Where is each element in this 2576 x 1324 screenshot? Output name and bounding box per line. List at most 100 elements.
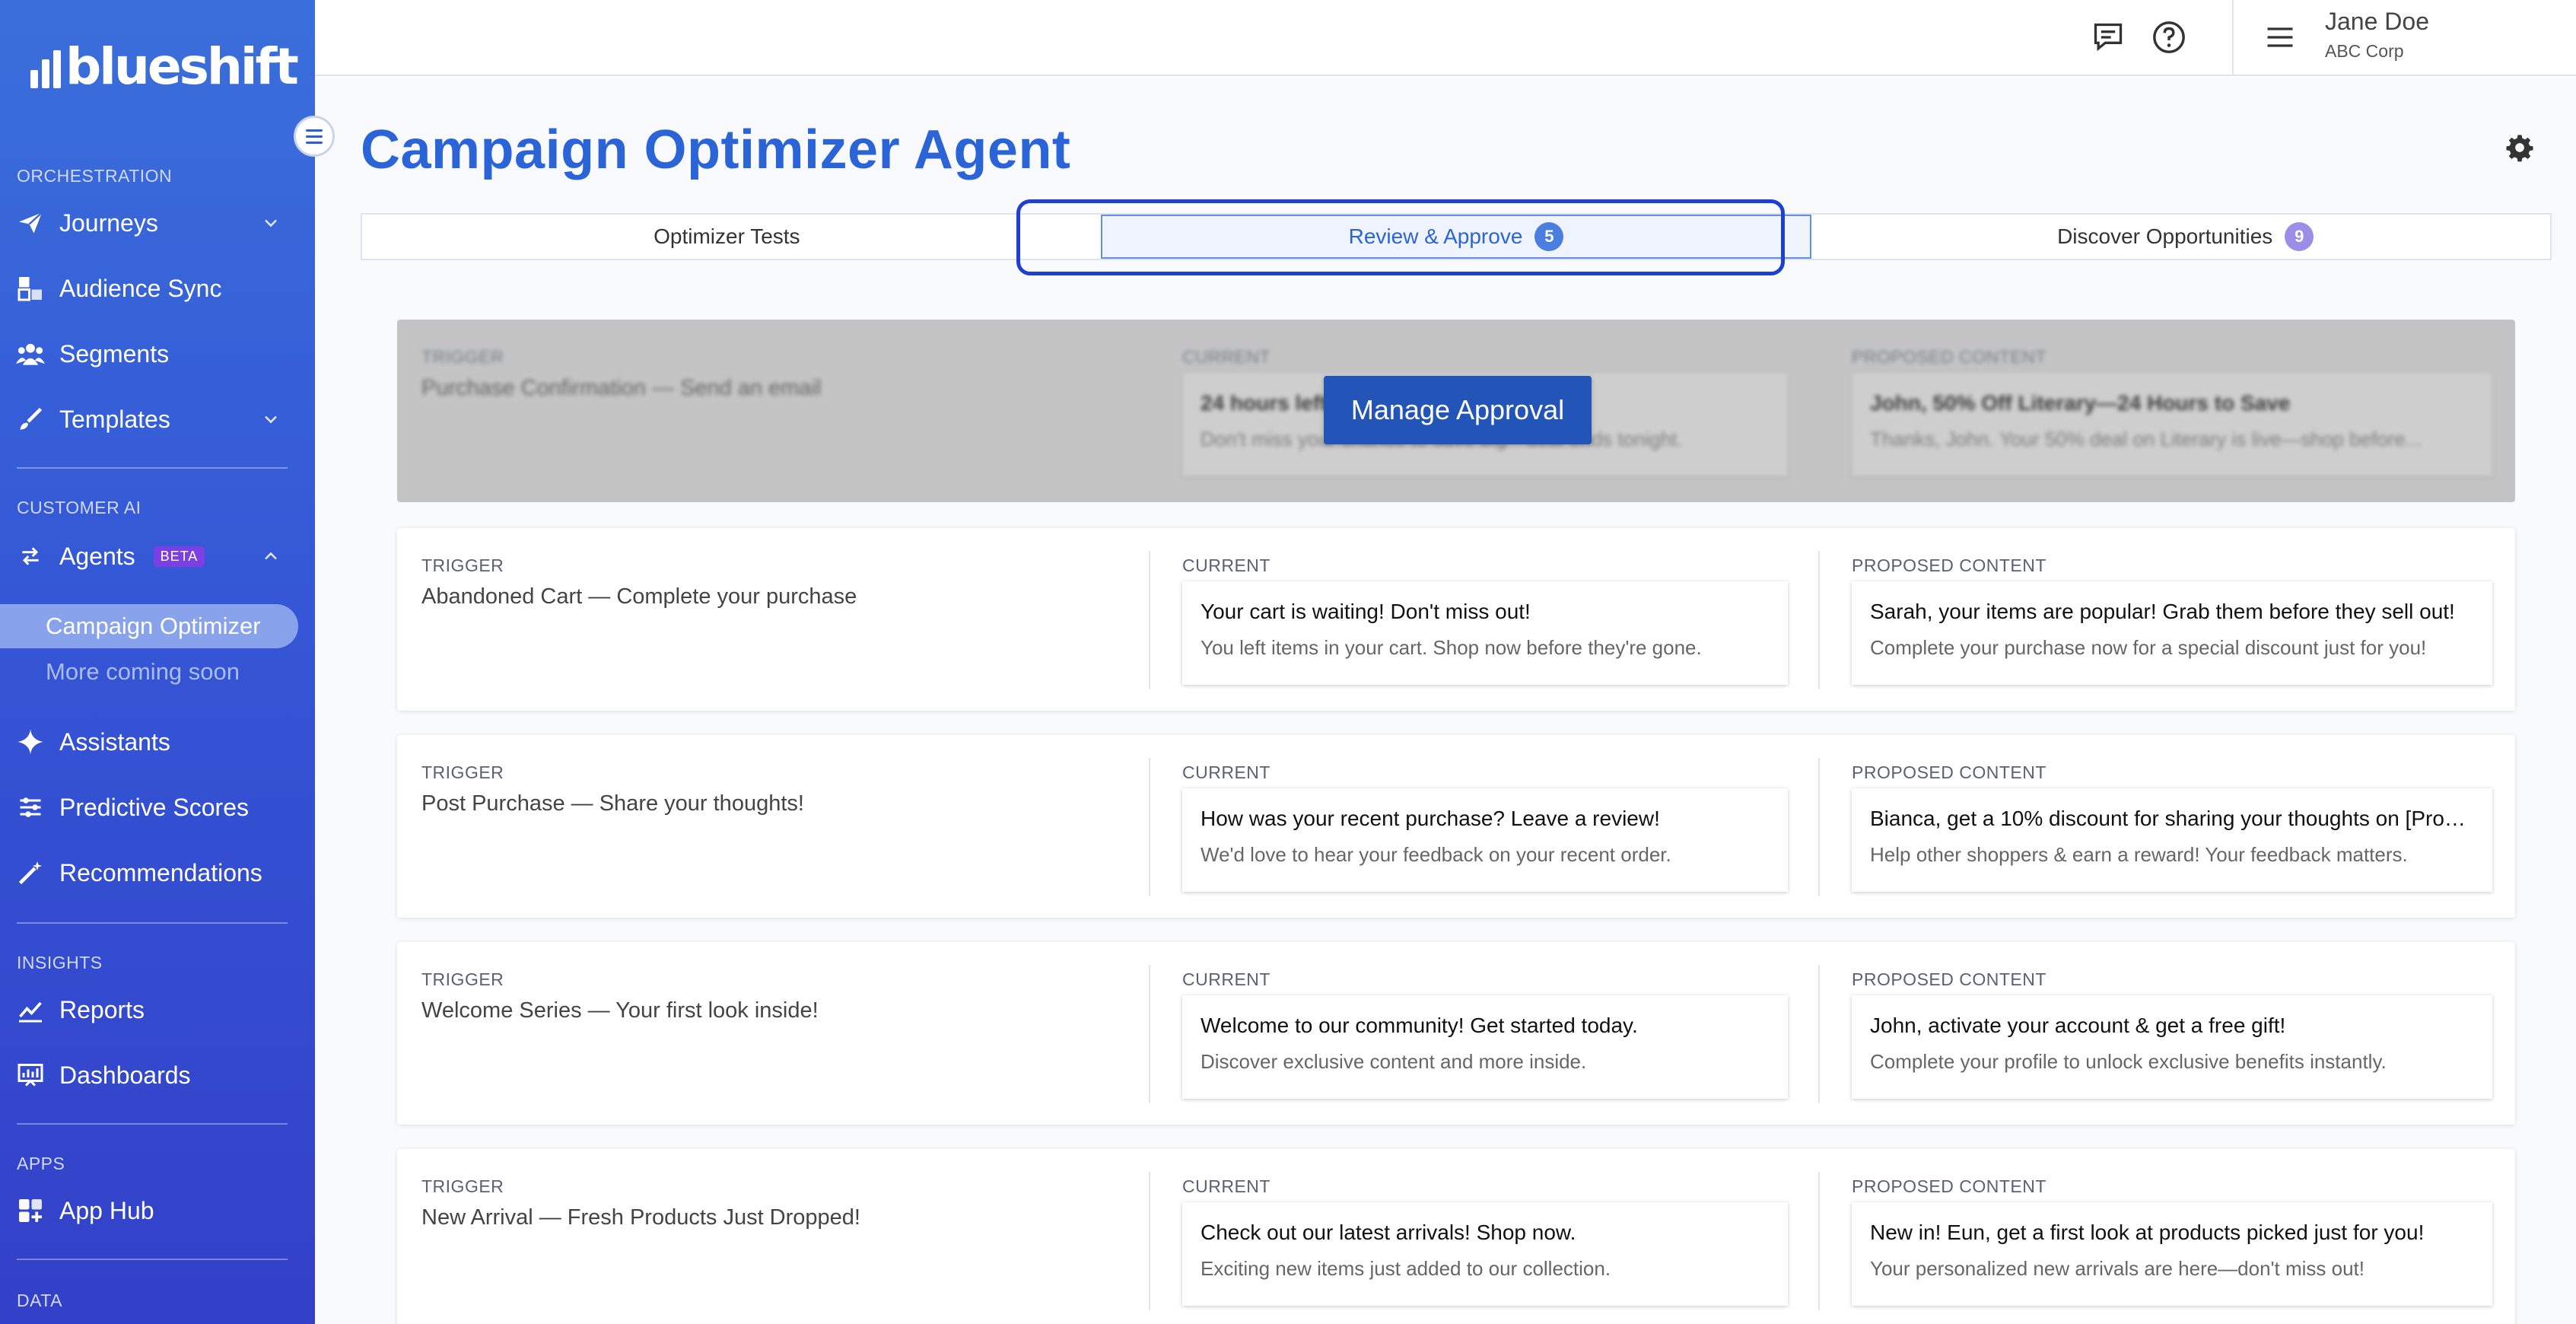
tab-label: Review & Approve	[1348, 224, 1523, 248]
tab-discover-opportunities[interactable]: Discover Opportunities 9	[1821, 215, 2550, 259]
section-label-apps: APPS	[17, 1154, 65, 1173]
brush-icon	[15, 404, 46, 434]
sidebar-collapse-button[interactable]	[294, 116, 335, 157]
top-bar: Jane Doe ABC Corp	[315, 0, 2576, 76]
proposed-preview: Help other shoppers & earn a reward! You…	[1870, 843, 2408, 866]
gear-icon[interactable]	[2504, 132, 2541, 169]
trigger-label: TRIGGER	[421, 347, 504, 367]
sidebar-divider	[17, 1259, 288, 1260]
proposed-subject: Bianca, get a 10% discount for sharing y…	[1870, 807, 2474, 830]
proposed-label: PROPOSED CONTENT	[1852, 762, 2046, 782]
users-icon	[15, 339, 46, 369]
tab-review-approve[interactable]: Review & Approve 5	[1092, 215, 1821, 259]
current-preview: Exciting new items just added to our col…	[1201, 1257, 1611, 1280]
sparkle-icon	[15, 727, 46, 757]
proposed-subject: Sarah, your items are popular! Grab them…	[1870, 600, 2455, 623]
app-grid-icon	[15, 1195, 46, 1226]
proposed-preview: Your personalized new arrivals are here—…	[1870, 1257, 2365, 1280]
proposed-label: PROPOSED CONTENT	[1852, 347, 2046, 367]
sidebar-item-audience-sync[interactable]: Audience Sync	[15, 265, 289, 312]
sidebar-item-agents[interactable]: Agents BETA	[15, 533, 289, 580]
sidebar-item-label: Reports	[59, 995, 145, 1023]
proposed-content-box[interactable]: Bianca, get a 10% discount for sharing y…	[1852, 788, 2492, 892]
current-preview: We'd love to hear your feedback on your …	[1201, 843, 1671, 866]
trigger-label: TRIGGER	[421, 555, 504, 575]
sidebar-item-label: Audience Sync	[59, 274, 222, 302]
current-content-box[interactable]: Welcome to our community! Get started to…	[1182, 995, 1788, 1099]
column-divider	[1818, 758, 1820, 896]
tab-label: Discover Opportunities	[2057, 224, 2273, 248]
current-label: CURRENT	[1182, 762, 1271, 782]
magic-wand-icon	[15, 858, 46, 888]
proposed-subject: John, 50% Off Literary—24 Hours to Save	[1870, 391, 2291, 415]
column-divider	[1818, 965, 1820, 1103]
current-label: CURRENT	[1182, 347, 1271, 367]
tab-label: Optimizer Tests	[654, 224, 800, 248]
manage-approval-button[interactable]: Manage Approval	[1324, 376, 1592, 444]
sidebar-item-more-coming-soon: More coming soon	[46, 658, 240, 685]
approval-card[interactable]: TRIGGER New Arrival — Fresh Products Jus…	[397, 1149, 2515, 1324]
section-label-data: DATA	[17, 1291, 62, 1310]
sidebar-item-label: Agents	[59, 542, 135, 570]
proposed-preview: Thanks, John. Your 50% deal on Literary …	[1870, 428, 2422, 450]
current-content-box[interactable]: How was your recent purchase? Leave a re…	[1182, 788, 1788, 892]
chevron-down-icon	[260, 408, 281, 436]
current-subject: Welcome to our community! Get started to…	[1201, 1014, 1638, 1037]
user-name[interactable]: Jane Doe	[2325, 8, 2429, 36]
tab-optimizer-tests[interactable]: Optimizer Tests	[362, 215, 1092, 259]
sidebar-item-app-hub[interactable]: App Hub	[15, 1187, 289, 1234]
sidebar-divider	[17, 922, 288, 924]
sidebar-item-assistants[interactable]: Assistants	[15, 718, 289, 765]
sidebar-item-reports[interactable]: Reports	[15, 986, 289, 1033]
sidebar-item-templates[interactable]: Templates	[15, 396, 289, 443]
approval-card[interactable]: TRIGGER Post Purchase — Share your thoug…	[397, 735, 2515, 918]
trigger-text: Welcome Series — Your first look inside!	[421, 998, 819, 1023]
approval-card[interactable]: TRIGGER Abandoned Cart — Complete your p…	[397, 528, 2515, 711]
column-divider	[1149, 758, 1150, 896]
sidebar-item-label: Templates	[59, 405, 170, 433]
beta-badge: BETA	[153, 546, 205, 567]
brand-logo[interactable]: blueshift	[30, 37, 299, 97]
sidebar-item-journeys[interactable]: Journeys	[15, 199, 289, 247]
header-divider	[2232, 0, 2234, 76]
chat-icon[interactable]	[2088, 17, 2129, 58]
trigger-label: TRIGGER	[421, 762, 504, 782]
sidebar-divider	[17, 467, 288, 469]
chevron-up-icon	[260, 545, 281, 573]
sidebar-item-dashboards[interactable]: Dashboards	[15, 1052, 289, 1099]
sidebar-item-recommendations[interactable]: Recommendations	[15, 849, 289, 896]
proposed-content-box[interactable]: Sarah, your items are popular! Grab them…	[1852, 581, 2492, 685]
swap-arrows-icon	[15, 541, 46, 571]
sidebar-item-campaign-optimizer[interactable]: Campaign Optimizer	[0, 604, 298, 648]
column-divider	[1149, 965, 1150, 1103]
column-divider	[1149, 551, 1150, 689]
page-title: Campaign Optimizer Agent	[361, 119, 1071, 180]
audience-sync-icon	[15, 273, 46, 304]
current-label: CURRENT	[1182, 555, 1271, 575]
proposed-label: PROPOSED CONTENT	[1852, 555, 2046, 575]
help-icon[interactable]	[2148, 17, 2190, 58]
menu-icon[interactable]	[2260, 17, 2301, 58]
current-content-box[interactable]: Your cart is waiting! Don't miss out! Yo…	[1182, 581, 1788, 685]
dashboard-icon	[15, 1060, 46, 1090]
current-content-box[interactable]: Check out our latest arrivals! Shop now.…	[1182, 1202, 1788, 1306]
proposed-subject: John, activate your account & get a free…	[1870, 1014, 2286, 1037]
current-preview: Discover exclusive content and more insi…	[1201, 1050, 1587, 1073]
proposed-label: PROPOSED CONTENT	[1852, 1176, 2046, 1196]
proposed-content-box[interactable]: John, activate your account & get a free…	[1852, 995, 2492, 1099]
sidebar-item-label: Journeys	[59, 208, 158, 237]
tab-count-badge: 9	[2285, 222, 2314, 251]
sliders-icon	[15, 792, 46, 823]
chevron-down-icon	[260, 212, 281, 240]
section-label-insights: INSIGHTS	[17, 953, 103, 972]
trigger-text: New Arrival — Fresh Products Just Droppe…	[421, 1205, 860, 1230]
sidebar-item-label: Dashboards	[59, 1061, 191, 1089]
trigger-label: TRIGGER	[421, 969, 504, 989]
proposed-content-box[interactable]: New in! Eun, get a first look at product…	[1852, 1202, 2492, 1306]
sidebar-item-predictive-scores[interactable]: Predictive Scores	[15, 784, 289, 831]
line-chart-icon	[15, 995, 46, 1025]
sidebar-item-label: Recommendations	[59, 858, 262, 886]
approval-card[interactable]: TRIGGER Welcome Series — Your first look…	[397, 942, 2515, 1125]
column-divider	[1149, 1172, 1150, 1310]
sidebar-item-segments[interactable]: Segments	[15, 330, 289, 377]
